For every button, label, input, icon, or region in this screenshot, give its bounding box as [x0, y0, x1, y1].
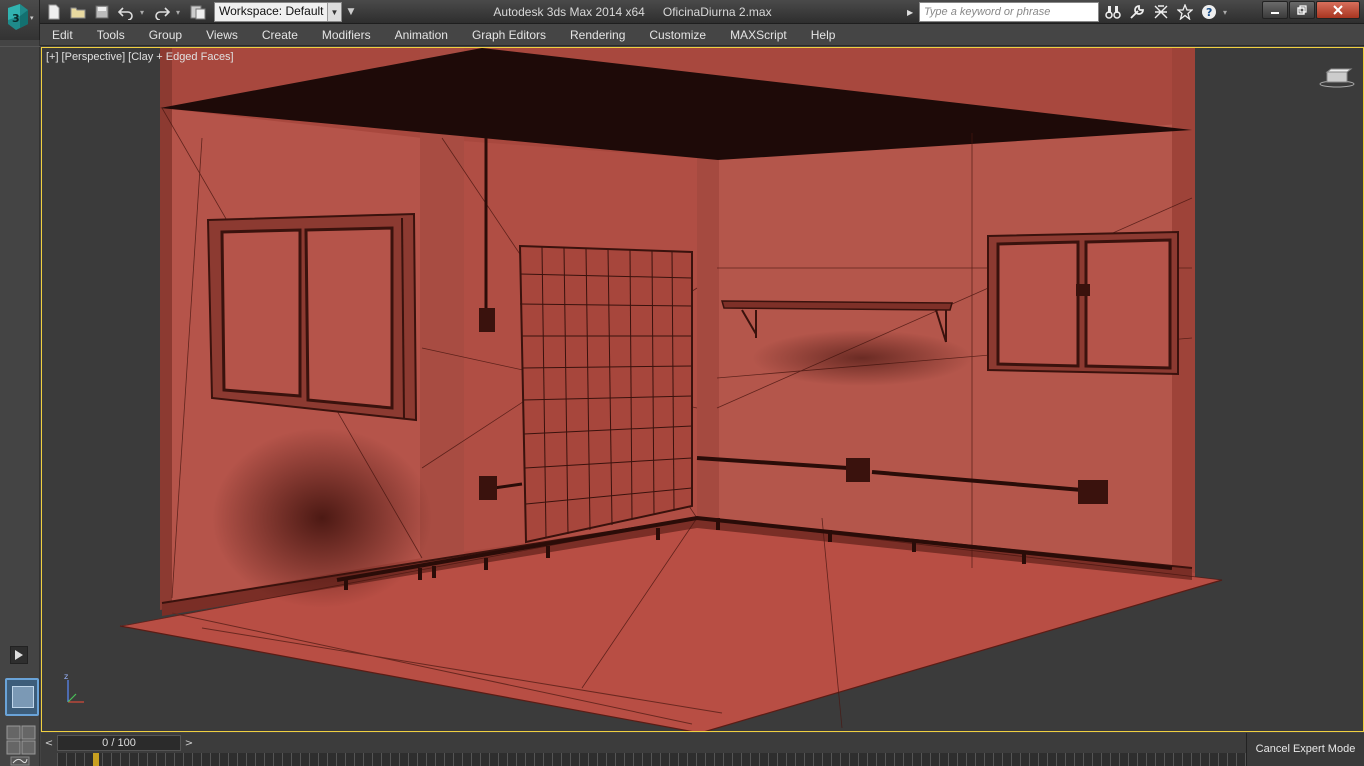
menu-maxscript[interactable]: MAXScript	[718, 24, 799, 45]
restore-icon	[1297, 5, 1307, 15]
menu-group[interactable]: Group	[137, 24, 194, 45]
viewport-label[interactable]: [+] [Perspective] [Clay + Edged Faces]	[46, 51, 237, 63]
next-frame-button[interactable]: >	[181, 735, 197, 751]
undo-button[interactable]	[116, 2, 136, 22]
menu-edit[interactable]: Edit	[40, 24, 85, 45]
axis-tripod-icon: z	[64, 672, 84, 703]
menu-modifiers[interactable]: Modifiers	[310, 24, 383, 45]
favorites-button[interactable]	[1175, 2, 1195, 22]
current-frame-marker[interactable]	[93, 753, 99, 766]
left-window	[206, 212, 418, 422]
menu-animation[interactable]: Animation	[383, 24, 460, 45]
menu-tools[interactable]: Tools	[85, 24, 137, 45]
track-bar[interactable]	[57, 753, 1247, 766]
perspective-viewport[interactable]: [+] [Perspective] [Clay + Edged Faces] z	[41, 47, 1364, 732]
axis-z-label: z	[64, 672, 68, 681]
help-dropdown[interactable]: ▾	[1223, 2, 1231, 22]
help-button[interactable]: ?	[1199, 2, 1219, 22]
minimize-icon	[1271, 12, 1279, 14]
project-folder-icon	[190, 5, 206, 20]
restore-button[interactable]	[1289, 1, 1315, 19]
communication-center-button[interactable]	[1151, 2, 1171, 22]
menu-rendering[interactable]: Rendering	[558, 24, 637, 45]
close-button[interactable]	[1316, 1, 1360, 19]
menu-create[interactable]: Create	[250, 24, 310, 45]
new-file-icon	[48, 4, 60, 20]
play-button[interactable]	[10, 646, 28, 664]
project-folder-button[interactable]	[188, 2, 208, 22]
grid-panel	[518, 244, 693, 544]
minimize-button[interactable]	[1262, 1, 1288, 19]
search-expand-arrow[interactable]: ▶	[907, 3, 917, 21]
app-name: Autodesk 3ds Max 2014 x64	[493, 5, 645, 19]
right-window	[987, 230, 1179, 376]
redo-button[interactable]	[152, 2, 172, 22]
save-button[interactable]	[92, 2, 112, 22]
search-input[interactable]: Type a keyword or phrase	[919, 2, 1099, 22]
quick-access-toolbar: ▾ ▾	[44, 2, 208, 22]
file-name: OficinaDiurna 2.max	[662, 5, 772, 19]
viewcube-icon[interactable]	[1319, 66, 1355, 88]
undo-icon	[118, 7, 133, 20]
window-controls	[1262, 1, 1360, 19]
single-viewport-layout-button[interactable]	[5, 678, 39, 716]
toolbar-divider	[0, 46, 40, 50]
subscription-button[interactable]	[1127, 2, 1147, 22]
menu-bar: Edit Tools Group Views Create Modifiers …	[40, 24, 1364, 46]
redo-icon	[155, 7, 170, 20]
info-center-toolbar: ? ▾	[1103, 2, 1231, 22]
communication-icon	[1154, 5, 1168, 19]
time-slider[interactable]: 0 / 100	[57, 735, 181, 751]
close-icon	[1333, 5, 1343, 15]
star-icon	[1177, 4, 1193, 20]
customize-toolbar-dropdown[interactable]: ▼	[344, 2, 358, 22]
menu-views[interactable]: Views	[194, 24, 250, 45]
open-file-button[interactable]	[68, 2, 88, 22]
time-slider-bar: < 0 / 100 > Cancel Expert Mode	[41, 733, 1364, 766]
cancel-expert-mode-button[interactable]: Cancel Expert Mode	[1246, 733, 1364, 766]
redo-dropdown[interactable]: ▾	[176, 2, 184, 22]
workspace-label: Workspace: Default	[219, 4, 324, 18]
binoculars-icon	[1105, 6, 1121, 19]
window-title: Autodesk 3ds Max 2014 x64 OficinaDiurna 2…	[360, 0, 905, 24]
viewport-shading-menu[interactable]: [Clay + Edged Faces]	[128, 51, 233, 63]
help-icon: ?	[1202, 5, 1216, 19]
3ds-max-logo-icon: 3	[8, 4, 28, 30]
open-folder-icon	[70, 7, 86, 19]
application-button[interactable]: 3 ▾	[0, 0, 40, 40]
viewport-general-menu[interactable]: [+]	[46, 51, 59, 63]
svg-text:?: ?	[1206, 6, 1212, 19]
menu-help[interactable]: Help	[799, 24, 848, 45]
undo-dropdown[interactable]: ▾	[140, 2, 148, 22]
previous-frame-button[interactable]: <	[41, 735, 57, 751]
scene-render	[42, 48, 1363, 731]
wrench-icon	[1130, 5, 1144, 19]
svg-text:3: 3	[12, 12, 20, 25]
menu-graph-editors[interactable]: Graph Editors	[460, 24, 558, 45]
play-icon	[15, 650, 23, 660]
new-file-button[interactable]	[44, 2, 64, 22]
viewport-view-menu[interactable]: [Perspective]	[62, 51, 126, 63]
menu-customize[interactable]: Customize	[637, 24, 718, 45]
workspace-selector[interactable]: Workspace: Default ▼	[214, 2, 342, 22]
quad-viewport-layout-icon[interactable]	[5, 724, 37, 756]
search-button[interactable]	[1103, 2, 1123, 22]
mini-curve-editor-icon[interactable]	[10, 756, 30, 766]
save-icon	[95, 5, 109, 19]
chevron-down-icon: ▼	[327, 3, 341, 21]
